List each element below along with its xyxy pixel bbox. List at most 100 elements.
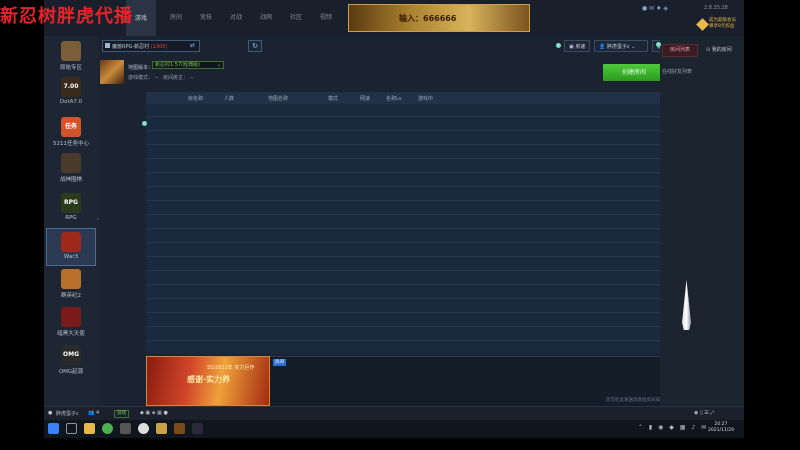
refresh-button[interactable]: ↻ (248, 40, 262, 52)
table-row[interactable] (146, 256, 680, 257)
mode-label: 游戏模式： (128, 75, 154, 81)
promo-banner[interactable]: 输入：666666 (348, 4, 530, 32)
search-icon[interactable] (66, 423, 77, 434)
map-version-select[interactable]: 新忍村1.57(经典版) ⌄ (152, 61, 224, 69)
table-row[interactable] (146, 144, 680, 145)
ad-banner[interactable]: SS/2021年 实力巨作 感谢·实力养 (146, 356, 270, 406)
friends-label: 在线好友列表 (662, 69, 693, 75)
col-players: 人数 (224, 96, 235, 102)
game-icon: 7.00 (61, 77, 81, 97)
system-tray[interactable]: ⌃ ▮ ◉ ◆ ▦ ♪ ✉ (638, 424, 708, 431)
table-row[interactable] (146, 312, 680, 313)
status-user[interactable]: 胖虎蛋子c (56, 410, 79, 417)
game-icon (61, 41, 81, 61)
right-status-dot-icon (656, 42, 661, 47)
game-client-icon[interactable] (174, 423, 185, 434)
vip-promo[interactable]: 成为超级会员 尊享8元权益 (696, 18, 744, 34)
sidebar-game-item[interactable]: War3 (46, 228, 96, 266)
windows-start-icon[interactable] (48, 423, 59, 434)
tab-rooms[interactable]: 房间 (170, 12, 182, 21)
table-row[interactable] (146, 130, 680, 131)
tab-room-list[interactable]: 房间列表 (662, 44, 698, 57)
main-content: 魔兽RPG-新忍村 (1300) ⇄ ↻ 地图版本： 新忍村1.57(经典版) … (100, 36, 680, 406)
create-room-button[interactable]: 创建房间 (603, 64, 665, 81)
tab-video[interactable]: 视频 (320, 12, 332, 21)
settings-icons[interactable]: ◉ ▯ ☰ ⤢ (694, 410, 714, 416)
window-tool-icons[interactable]: ● ✉ ♦ ◈ (642, 5, 668, 12)
version-label: 2.8.35.28 (704, 5, 728, 11)
swap-icon[interactable]: ⇄ (190, 42, 195, 49)
friends-icon[interactable]: 👥 (88, 410, 94, 416)
tab-arena[interactable]: 竞技 (200, 12, 212, 21)
host-value: -- (189, 75, 194, 81)
game-label: RPG (65, 215, 77, 221)
user-button[interactable]: 👤 胖虎蛋子c ⌄ (594, 40, 648, 52)
table-row[interactable] (146, 242, 680, 243)
app-window: 游戏 房间 竞技 对战 战网 社区 视频 输入：666666 ● ✉ ♦ ◈ 2… (44, 0, 744, 420)
mode-value: -- (154, 75, 159, 81)
ad-text: 感谢·实力养 (187, 375, 231, 384)
game-icon (61, 153, 81, 173)
game-label: 暗黑大天使 (57, 331, 85, 337)
table-row[interactable] (146, 228, 680, 229)
game-icon (61, 307, 81, 327)
chat-tab-room[interactable]: 房间 (273, 359, 286, 366)
sidebar-game-item[interactable]: 任务 5211任务中心 (46, 114, 96, 152)
table-row[interactable] (146, 158, 680, 159)
right-panel: 房间列表 ⊙ 我的房间 在线好友列表 (656, 36, 744, 406)
game-label: 5211任务中心 (53, 141, 89, 147)
stream-overlay-title: 新忍树胖虎代播 (0, 6, 133, 27)
table-row[interactable] (146, 214, 680, 215)
table-row[interactable] (146, 116, 680, 117)
status-tool-icons[interactable]: ◆ ▣ ◈ ▦ ● (140, 410, 168, 416)
app-icon-4[interactable] (192, 423, 203, 434)
map-info: 游戏模式： -- 房间房主： -- (128, 74, 193, 81)
top-navigation: 游戏 房间 竞技 对战 战网 社区 视频 输入：666666 ● ✉ ♦ ◈ 2… (44, 0, 744, 36)
table-row[interactable] (146, 172, 680, 173)
game-box[interactable]: 游戏 (114, 410, 129, 418)
friend-count: 4 (96, 410, 100, 416)
vip-line2: 尊享8元权益 (709, 24, 735, 29)
col-speed: 网速 (360, 96, 371, 102)
tab-community[interactable]: 社区 (290, 12, 302, 21)
app-icon-1[interactable] (120, 423, 131, 434)
folder-icon[interactable] (84, 423, 95, 434)
sidebar-game-item[interactable]: 暗黑大天使 (46, 304, 96, 342)
tab-battle[interactable]: 对战 (230, 12, 242, 21)
map-version-label: 地图版本： (128, 65, 154, 71)
sidebar-game-item[interactable]: 7.00 DotA7.0 (46, 74, 96, 112)
sidebar-game-item[interactable]: RPG RPG (46, 190, 96, 228)
col-mode: 模式 (328, 96, 339, 102)
ad-title: SS/2021年 实力巨作 (207, 365, 255, 371)
map-thumbnail (100, 60, 124, 84)
game-label: OMG起源 (58, 369, 84, 375)
table-row[interactable] (146, 298, 680, 299)
game-icon (61, 232, 81, 252)
table-row[interactable] (146, 200, 680, 201)
host-label: 房间房主： (163, 75, 189, 81)
col-room-name: 房名称 (188, 96, 204, 102)
table-row[interactable] (146, 340, 680, 341)
col-level: 名称Lv (386, 96, 402, 102)
table-row[interactable] (146, 270, 680, 271)
game-label: DotA7.0 (59, 99, 83, 105)
tab-my-room[interactable]: ⊙ 我的房间 (706, 46, 732, 53)
sidebar-game-item[interactable]: 原始专区 (46, 38, 96, 76)
avatar[interactable]: ● (48, 410, 52, 416)
app-icon-3[interactable] (156, 423, 167, 434)
room-selector[interactable]: 魔兽RPG-新忍村 (1300) ⇄ (102, 40, 200, 52)
table-row[interactable] (146, 284, 680, 285)
table-header: 房名称 人数 地图名称 模式 网速 名称Lv 游戏中 (146, 92, 680, 104)
browser-icon[interactable] (102, 423, 113, 434)
table-row[interactable] (146, 326, 680, 327)
app-icon-2[interactable] (138, 423, 149, 434)
sidebar-game-item[interactable]: 群英纪2 (46, 266, 96, 304)
tab-battlenet[interactable]: 战网 (260, 12, 272, 21)
table-indicator-icon (142, 121, 147, 126)
table-row[interactable] (146, 186, 680, 187)
ping-button[interactable]: ▣ 房速 (564, 40, 591, 52)
col-map-name: 地图名称 (268, 96, 289, 102)
sidebar-game-item[interactable]: 战神围棋 (46, 150, 96, 188)
status-dot-icon (556, 43, 561, 48)
sidebar-game-item[interactable]: OMG OMG起源 (46, 342, 96, 380)
